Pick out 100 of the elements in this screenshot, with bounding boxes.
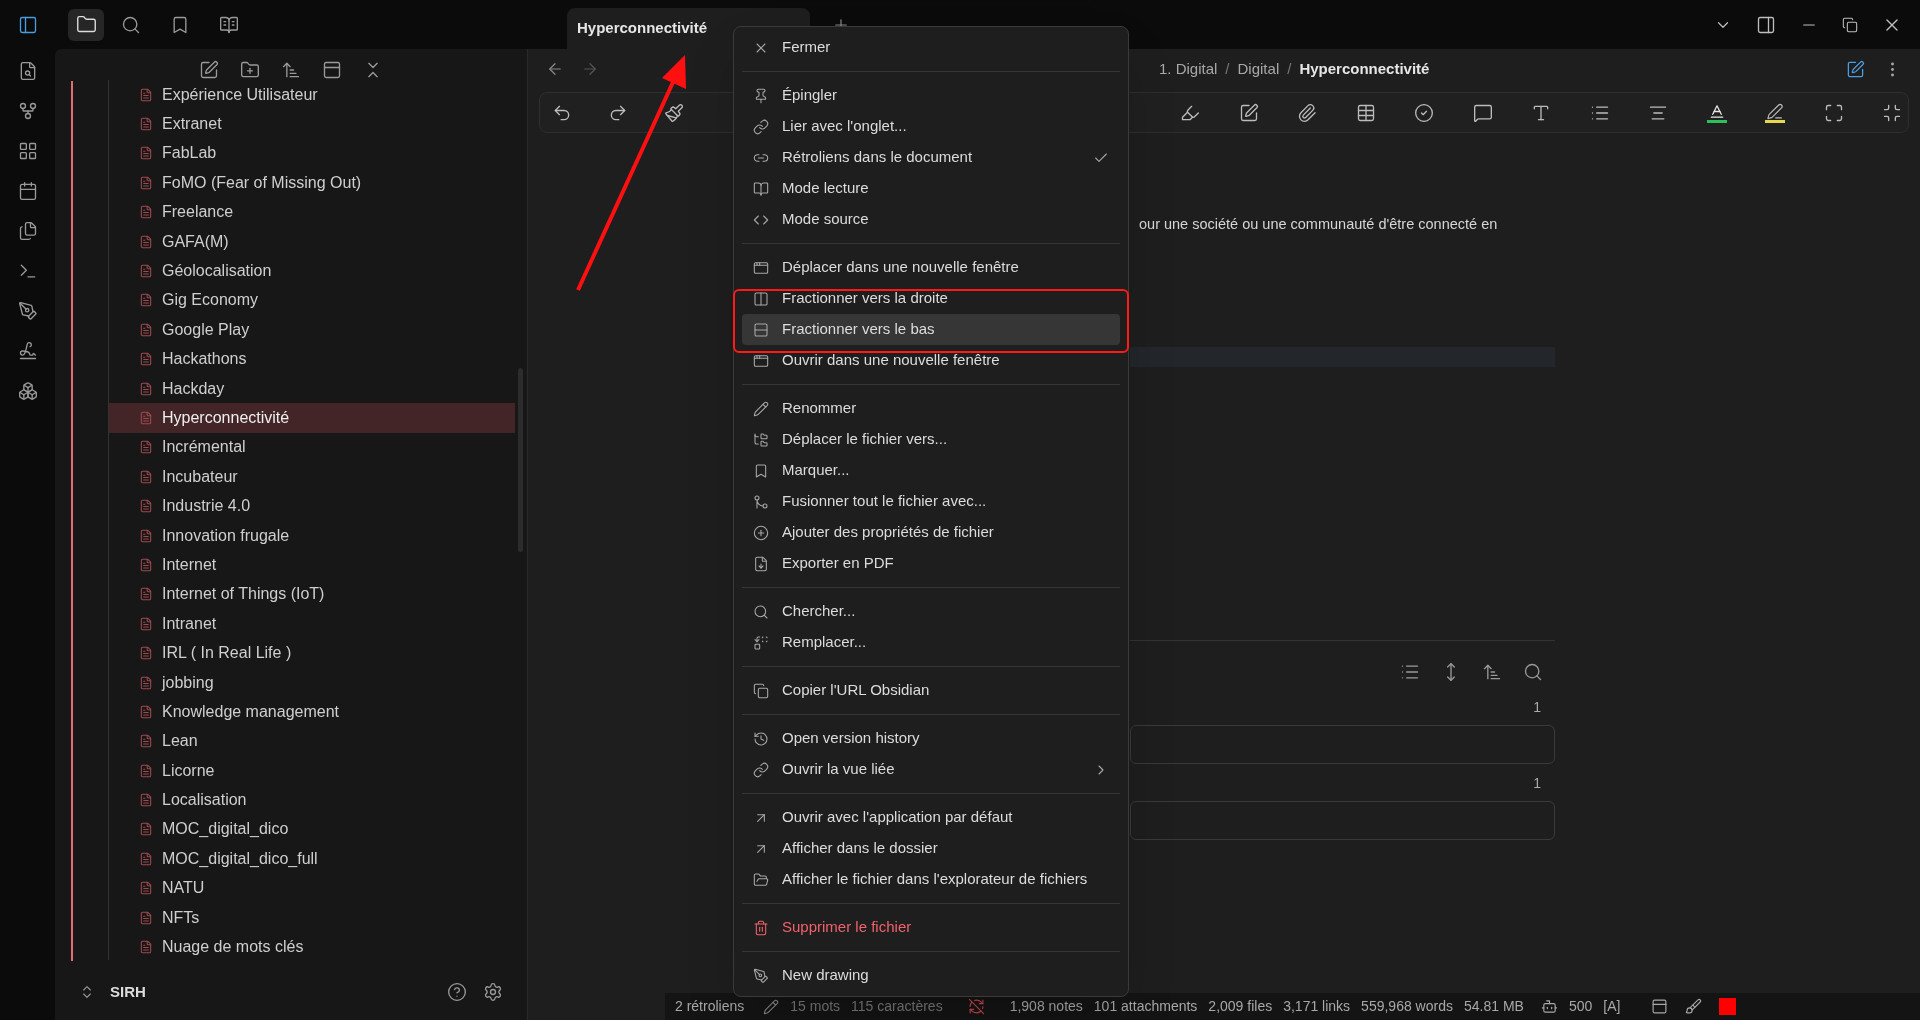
- menu-item[interactable]: Rétroliens dans le document: [742, 142, 1120, 173]
- files-tab[interactable]: [68, 8, 104, 41]
- file-item[interactable]: FoMO (Fear of Missing Out): [109, 168, 515, 198]
- breadcrumb-separator: /: [1225, 58, 1230, 79]
- comment-icon[interactable]: [1472, 102, 1493, 123]
- file-item[interactable]: Intranet: [109, 609, 515, 639]
- file-item[interactable]: Innovation frugale: [109, 520, 515, 551]
- file-item[interactable]: Hyperconnectivité: [109, 403, 515, 433]
- new-folder-icon[interactable]: [240, 59, 260, 80]
- menu-item[interactable]: Open version history: [742, 723, 1120, 754]
- status-item: 500: [1568, 997, 1593, 1016]
- breadcrumb-item[interactable]: Hyperconnectivité: [1299, 57, 1430, 81]
- sort-icon[interactable]: [1482, 662, 1502, 682]
- file-item[interactable]: IRL ( In Real Life ): [109, 638, 515, 668]
- menu-item[interactable]: Déplacer le fichier vers...: [742, 424, 1120, 455]
- file-item[interactable]: Knowledge management: [109, 697, 515, 727]
- new-note-icon[interactable]: [199, 59, 219, 80]
- brush-icon[interactable]: [1685, 998, 1703, 1015]
- fullscreen-icon[interactable]: [1823, 102, 1844, 123]
- menu-item[interactable]: Exporter en PDF: [742, 548, 1120, 579]
- menu-item[interactable]: Copier l'URL Obsidian: [742, 675, 1120, 706]
- menu-item[interactable]: New drawing: [742, 960, 1120, 991]
- file-item[interactable]: FabLab: [109, 138, 515, 169]
- panel-icon[interactable]: [1651, 998, 1669, 1015]
- menu-item[interactable]: Afficher dans le dossier: [742, 833, 1120, 864]
- file-item[interactable]: Extranet: [109, 109, 515, 139]
- file-item[interactable]: Internet of Things (IoT): [109, 579, 515, 610]
- menu-item[interactable]: Fractionner vers la droite: [742, 283, 1120, 314]
- menu-item[interactable]: Fusionner tout le fichier avec...: [742, 486, 1120, 517]
- file-item[interactable]: Géolocalisation: [109, 256, 515, 286]
- file-item[interactable]: Incubateur: [109, 462, 515, 492]
- menu-item[interactable]: Mode lecture: [742, 173, 1120, 204]
- menu-item[interactable]: Ouvrir la vue liée: [742, 754, 1120, 785]
- text-color-icon[interactable]: [1706, 102, 1727, 123]
- menu-item[interactable]: Afficher le fichier dans l'explorateur de fichiers: [742, 864, 1120, 895]
- menu-item[interactable]: Mode source: [742, 204, 1120, 235]
- file-item[interactable]: Internet: [109, 550, 515, 580]
- menu-item[interactable]: Ouvrir dans une nouvelle fenêtre: [742, 345, 1120, 376]
- sidebar-toggle-icon[interactable]: [17, 14, 38, 35]
- file-item[interactable]: Localisation: [109, 785, 515, 815]
- file-item[interactable]: MOC_digital_dico_full: [109, 844, 515, 874]
- check-circle-icon[interactable]: [1414, 102, 1434, 123]
- breadcrumb-item[interactable]: Digital: [1237, 57, 1280, 81]
- file-item[interactable]: NFTs: [109, 902, 515, 933]
- panel-icon[interactable]: [322, 59, 342, 80]
- file-item[interactable]: Gig Economy: [109, 285, 515, 316]
- menu-item[interactable]: Fractionner vers le bas: [742, 314, 1120, 345]
- menu-item[interactable]: Déplacer dans une nouvelle fenêtre: [742, 252, 1120, 283]
- menu-item[interactable]: Épingler: [742, 80, 1120, 111]
- file-icon: [139, 704, 153, 719]
- file-item[interactable]: jobbing: [109, 667, 515, 698]
- file-item[interactable]: Google Play: [109, 315, 515, 345]
- file-item[interactable]: Nuage de mots clés: [109, 932, 515, 960]
- files-icon[interactable]: [17, 221, 38, 241]
- file-item[interactable]: Freelance: [109, 197, 515, 227]
- sync-off-icon[interactable]: [967, 998, 985, 1015]
- grid-icon[interactable]: [17, 141, 38, 161]
- paperclip-icon[interactable]: [1297, 102, 1317, 123]
- menu-item[interactable]: Ouvrir avec l'application par défaut: [742, 802, 1120, 833]
- file-item[interactable]: Lean: [109, 726, 515, 756]
- menu-item[interactable]: Remplacer...: [742, 627, 1120, 658]
- file-item[interactable]: Hackday: [109, 373, 515, 404]
- menu-item[interactable]: Lier avec l'onglet...: [742, 111, 1120, 142]
- table-icon[interactable]: [1355, 102, 1376, 123]
- exit-fullscreen-icon[interactable]: [1882, 102, 1902, 123]
- vault-name[interactable]: SIRH: [110, 980, 146, 1004]
- menu-item[interactable]: Ajouter des propriétés de fichier: [742, 517, 1120, 548]
- menu-item[interactable]: Marquer...: [742, 455, 1120, 486]
- settings-icon[interactable]: [483, 982, 503, 1002]
- file-item[interactable]: Licorne: [109, 756, 515, 786]
- edit-icon[interactable]: [1238, 102, 1259, 123]
- calendar-icon[interactable]: [17, 181, 38, 201]
- menu-item[interactable]: Chercher...: [742, 596, 1120, 627]
- breadcrumb-item[interactable]: 1. Digital: [1159, 57, 1218, 81]
- search-icon[interactable]: [1523, 662, 1543, 682]
- menu-item[interactable]: Supprimer le fichier: [742, 912, 1120, 943]
- paintbrush-icon[interactable]: [664, 102, 684, 123]
- highlight-color-icon[interactable]: [1765, 102, 1785, 123]
- color-swatch[interactable]: [1719, 998, 1737, 1015]
- file-item[interactable]: Industrie 4.0: [109, 491, 515, 521]
- file-item[interactable]: NATU: [109, 873, 515, 903]
- restore-icon[interactable]: [1842, 16, 1858, 33]
- signature-icon[interactable]: [17, 341, 38, 361]
- pencil-icon[interactable]: [763, 998, 780, 1015]
- file-item[interactable]: Hackathons: [109, 344, 515, 374]
- cubes-icon[interactable]: [17, 381, 38, 401]
- file-item[interactable]: Expérience Utilisateur: [109, 80, 515, 110]
- file-item[interactable]: MOC_digital_dico: [109, 814, 515, 845]
- search-icon[interactable]: [121, 14, 141, 35]
- back-icon[interactable]: [546, 60, 564, 78]
- book-icon[interactable]: [219, 14, 239, 35]
- file-item[interactable]: Incrémental: [109, 432, 515, 463]
- menu-item[interactable]: Renommer: [742, 393, 1120, 424]
- graph-icon[interactable]: [17, 101, 38, 121]
- pen-tool-icon[interactable]: [17, 301, 38, 321]
- sidebar-right-icon[interactable]: [1756, 14, 1776, 35]
- file-item[interactable]: GAFA(M): [109, 226, 515, 257]
- robot-icon[interactable]: [1540, 998, 1558, 1015]
- edit-icon[interactable]: [1846, 59, 1865, 79]
- help-icon[interactable]: [447, 982, 467, 1002]
